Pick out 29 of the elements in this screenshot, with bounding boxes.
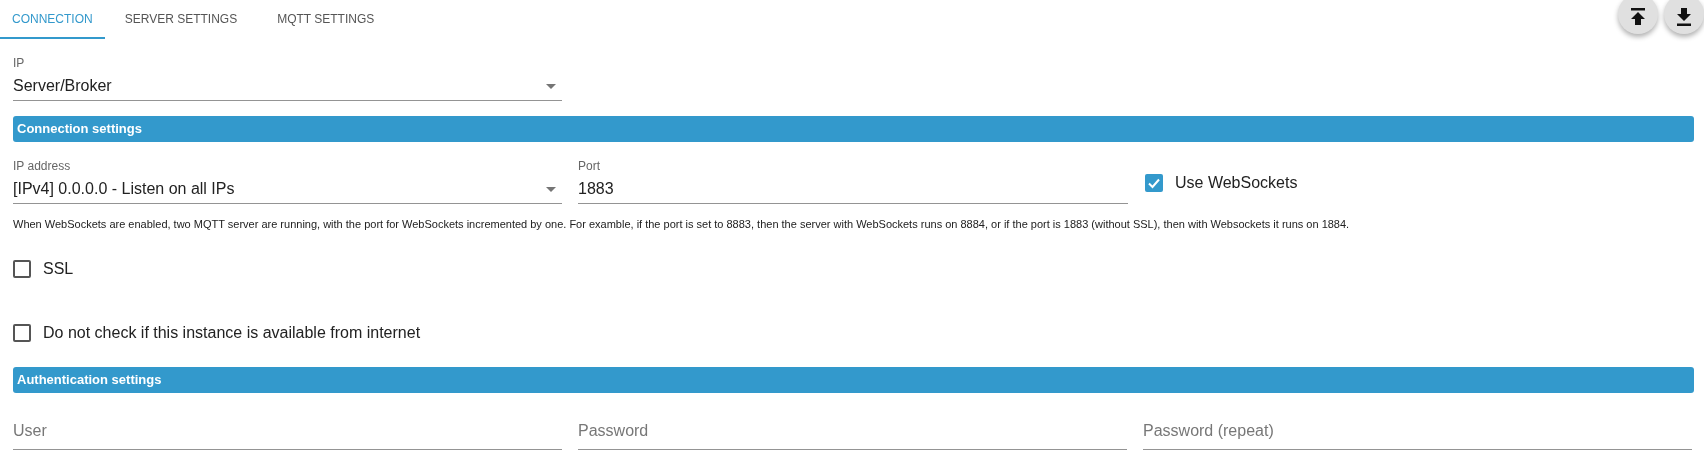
checkbox-label: Do not check if this instance is available from internet xyxy=(43,322,421,343)
field-label: Port xyxy=(578,159,601,173)
section-header: Connection settings xyxy=(13,116,1694,142)
checkbox[interactable] xyxy=(13,259,31,278)
input-field[interactable]: Password xyxy=(578,418,1127,450)
checkbox-label: SSL xyxy=(43,258,74,279)
field-value: 1883 xyxy=(578,179,615,199)
field-label: IP xyxy=(13,56,26,70)
select-value: Server/Broker xyxy=(13,76,112,96)
checkbox-label: Use WebSockets xyxy=(1175,173,1298,193)
input-field[interactable]: User xyxy=(13,418,562,450)
checkbox[interactable] xyxy=(1145,174,1163,192)
field-label: IP address xyxy=(13,159,72,173)
port-field[interactable]: Port 1883 xyxy=(578,159,1128,204)
select-value: [IPv4] 0.0.0.0 - Listen on all IPs xyxy=(13,179,235,199)
upload-icon xyxy=(1630,8,1646,26)
tab[interactable]: SERVER SETTINGS xyxy=(104,0,258,39)
input-field[interactable]: Password (repeat) xyxy=(1143,418,1692,450)
upload-button[interactable] xyxy=(1618,0,1658,34)
tab[interactable]: MQTT SETTINGS xyxy=(257,0,395,39)
section-header: Authentication settings xyxy=(13,366,1694,393)
download-button[interactable] xyxy=(1664,0,1704,34)
select-field[interactable]: IP Server/Broker xyxy=(13,56,562,101)
checkbox[interactable] xyxy=(13,323,31,342)
help-text: When WebSockets are enabled, two MQTT server are running, with the port for WebSockets incremented by one. For examble, if the port is set to 8883, then the server with WebSockets runs on 8884, or if the port is 1883 (without SSL), then with Websockets it runs on 1884. xyxy=(13,217,1351,232)
select-field[interactable]: IP address [IPv4] 0.0.0.0 - Listen on all IPs xyxy=(13,159,562,204)
dropdown-caret-icon xyxy=(546,83,556,89)
download-icon xyxy=(1676,8,1692,26)
dropdown-caret-icon xyxy=(546,186,556,192)
